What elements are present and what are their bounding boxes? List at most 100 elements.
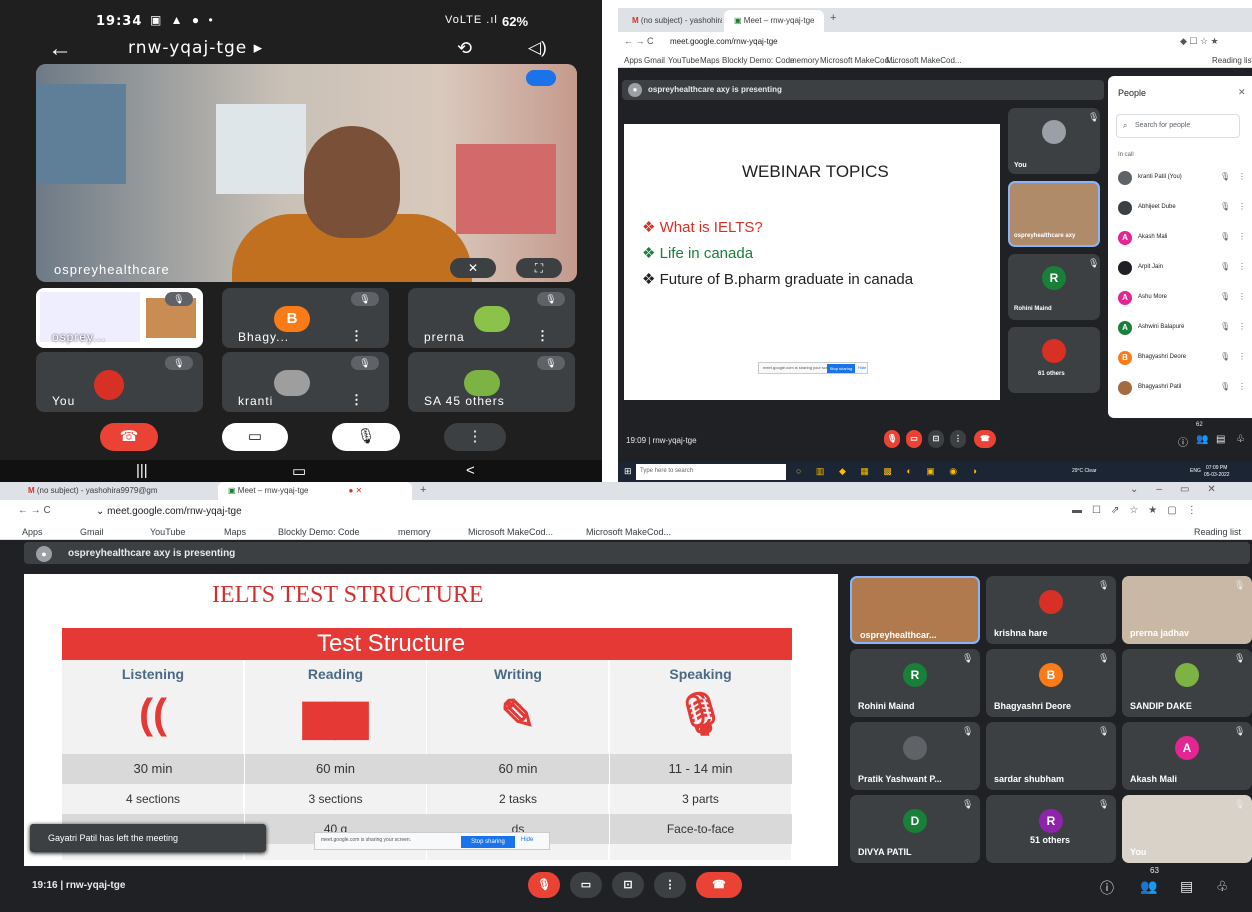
camera-off-button[interactable]: ▭	[906, 430, 922, 448]
participant-tile[interactable]: 🎙 krishna hare	[986, 576, 1116, 644]
people-list-item[interactable]: A Ashu More 🎙 ⋮	[1108, 284, 1252, 314]
people-list-item[interactable]: Bhagyashri Patil 🎙 ⋮	[1108, 374, 1252, 404]
participant-tile[interactable]: 🎙 SANDIP DAKE	[1122, 649, 1252, 717]
taskbar-search[interactable]: Type here to search	[636, 464, 786, 480]
end-call-button[interactable]: ☎	[974, 430, 996, 448]
participant-tile[interactable]: D 🎙 DIVYA PATIL	[850, 795, 980, 863]
participant-tile[interactable]: 🎙 You	[1008, 108, 1100, 174]
participant-tile[interactable]: A 🎙 Akash Mali	[1122, 722, 1252, 790]
people-list-item[interactable]: A Akash Mali 🎙 ⋮	[1108, 224, 1252, 254]
more-options-button[interactable]: ⋮	[654, 872, 686, 898]
participant-tile[interactable]: ospreyhealthcar...	[850, 576, 980, 644]
more-options-icon[interactable]: ⋮	[1238, 262, 1246, 271]
more-options-icon[interactable]: ⋮	[1238, 202, 1246, 211]
people-icon[interactable]: 👥	[1140, 878, 1157, 895]
bookmark-item[interactable]: YouTube	[668, 56, 699, 65]
back-arrow-icon[interactable]: ←	[48, 35, 72, 63]
participant-tile[interactable]: ospreyhealthcare axy	[1008, 181, 1100, 247]
more-options-icon[interactable]: ⋮	[1238, 322, 1246, 331]
taskbar-apps[interactable]: ○ ▥ ◆ ▦ ▩ ◐ ▣ ◉ ◑	[796, 466, 983, 477]
people-list-item[interactable]: Abhijeet Dube 🎙 ⋮	[1108, 194, 1252, 224]
more-options-icon[interactable]: ⋮	[536, 328, 549, 344]
chat-icon[interactable]: ▤	[1180, 878, 1193, 895]
more-options-icon[interactable]: ⋮	[1238, 232, 1246, 241]
bookmark-item[interactable]: Blockly Demo: Code	[722, 56, 794, 65]
camera-button[interactable]: ▭	[570, 872, 602, 898]
home-icon[interactable]: ▭	[292, 462, 306, 480]
info-icon[interactable]: ⓘ	[1178, 434, 1188, 449]
more-options-icon[interactable]: ⋮	[1238, 382, 1246, 391]
bookmark-item[interactable]: Maps	[224, 527, 246, 537]
bookmark-item[interactable]: Gmail	[80, 527, 104, 537]
participant-tile[interactable]: B 🎙 Bhagyashri Deore	[986, 649, 1116, 717]
participant-tile[interactable]: 🎙 prerna ⋮	[408, 288, 575, 348]
windows-start-icon[interactable]: ⊞	[624, 466, 632, 477]
meeting-code[interactable]: rnw-yqaj-tge ▸	[128, 38, 263, 58]
participant-tile[interactable]: 🎙 Pratik Yashwant P...	[850, 722, 980, 790]
bookmark-item[interactable]: Maps	[700, 56, 720, 65]
more-options-icon[interactable]: ⋮	[350, 328, 363, 344]
tab-gmail[interactable]: M (no subject) - yashohira9979@g	[622, 10, 722, 32]
bookmark-item[interactable]: Microsoft MakeCod...	[468, 527, 553, 537]
people-list-item[interactable]: Arpit Jain 🎙 ⋮	[1108, 254, 1252, 284]
participant-tile[interactable]: R 🎙 Rohini Maind	[1008, 254, 1100, 320]
camera-off-button[interactable]: ▭	[222, 423, 288, 451]
activities-icon[interactable]: ♧	[1236, 434, 1245, 445]
info-icon[interactable]: ⓘ	[1100, 878, 1114, 898]
participant-tile[interactable]: R 🎙 51 others	[986, 795, 1116, 863]
new-tab-icon[interactable]: +	[420, 484, 426, 496]
search-people-input[interactable]: ⌕ Search for people	[1116, 114, 1240, 138]
bookmark-item[interactable]: Gmail	[644, 56, 665, 65]
end-call-button[interactable]: ☎	[100, 423, 158, 451]
mic-off-button[interactable]: 🎙	[528, 872, 560, 898]
browser-actions-icon[interactable]: ◆ ☐ ☆ ★	[1180, 36, 1219, 47]
participant-tile[interactable]: 🎙 You	[1122, 795, 1252, 863]
participant-tile[interactable]: 🎙 B Bhagy... ⋮	[222, 288, 389, 348]
bookmark-item[interactable]: Microsoft MakeCod...	[886, 56, 962, 65]
participant-tile[interactable]: 🎙 SA 45 others	[408, 352, 575, 412]
bookmark-item[interactable]: memory	[398, 527, 431, 537]
participant-tile[interactable]: 🎙 You	[36, 352, 203, 412]
participant-tile[interactable]: 🎙 sardar shubham	[986, 722, 1116, 790]
mic-off-button[interactable]: 🎙	[884, 430, 900, 448]
tab-gmail[interactable]: M (no subject) - yashohira9979@gm	[18, 482, 214, 500]
people-icon[interactable]: 👥	[1196, 434, 1208, 445]
tab-meet[interactable]: ▣ Meet – rnw-yqaj-tge	[724, 10, 824, 32]
back-nav-icon[interactable]: <	[466, 462, 475, 479]
stop-sharing-button[interactable]: Stop sharing	[461, 836, 515, 848]
participant-tile[interactable]: 🎙 osprey...	[36, 288, 203, 348]
bookmark-item[interactable]: YouTube	[150, 527, 185, 537]
participant-tile[interactable]: 🎙 prerna jadhav	[1122, 576, 1252, 644]
more-options-icon[interactable]: ⋮	[1238, 352, 1246, 361]
present-button[interactable]: ⊡	[928, 430, 944, 448]
bookmark-item[interactable]: Apps	[22, 527, 43, 537]
activities-icon[interactable]: ♧	[1216, 878, 1229, 895]
recents-icon[interactable]: |||	[136, 462, 148, 479]
new-tab-icon[interactable]: +	[830, 12, 836, 24]
more-options-button[interactable]: ⋮	[444, 423, 506, 451]
people-list-item[interactable]: kranti Patil (You) 🎙 ⋮	[1108, 164, 1252, 194]
hide-button[interactable]: Hide	[521, 837, 533, 843]
people-list-item[interactable]: B Bhagyashri Deore 🎙 ⋮	[1108, 344, 1252, 374]
unpin-icon[interactable]: ✕	[450, 258, 496, 278]
nav-arrows-icon[interactable]: ← → C	[624, 36, 654, 46]
nav-arrows-icon[interactable]: ← → C	[18, 505, 51, 516]
browser-actions-icon[interactable]: ▬☐⇗☆★▢⋮	[1072, 505, 1207, 516]
more-options-icon[interactable]: ⋮	[350, 392, 363, 408]
camera-flip-icon[interactable]: ⟲	[457, 38, 472, 59]
participant-tile[interactable]: 🎙 kranti ⋮	[222, 352, 389, 412]
fullscreen-icon[interactable]: ⛶	[516, 258, 562, 278]
more-options-icon[interactable]: ⋮	[1238, 292, 1246, 301]
present-button[interactable]: ⊡	[612, 872, 644, 898]
more-options-icon[interactable]: ⋮	[1238, 172, 1246, 181]
chat-icon[interactable]: ▤	[1216, 434, 1225, 445]
reading-list[interactable]: Reading list	[1194, 527, 1241, 537]
bookmark-item[interactable]: Blockly Demo: Code	[278, 527, 360, 537]
reading-list[interactable]: Reading list	[1212, 56, 1252, 65]
bookmark-item[interactable]: Microsoft MakeCod...	[820, 56, 896, 65]
hide-button[interactable]: Hide	[858, 365, 866, 370]
bookmark-item[interactable]: memory	[790, 56, 819, 65]
tab-meet[interactable]: ▣ Meet – rnw-yqaj-tge ● ✕	[218, 482, 412, 500]
url-field[interactable]: ⌄ meet.google.com/rnw-yqaj-tge	[96, 506, 242, 517]
bookmark-item[interactable]: Microsoft MakeCod...	[586, 527, 671, 537]
